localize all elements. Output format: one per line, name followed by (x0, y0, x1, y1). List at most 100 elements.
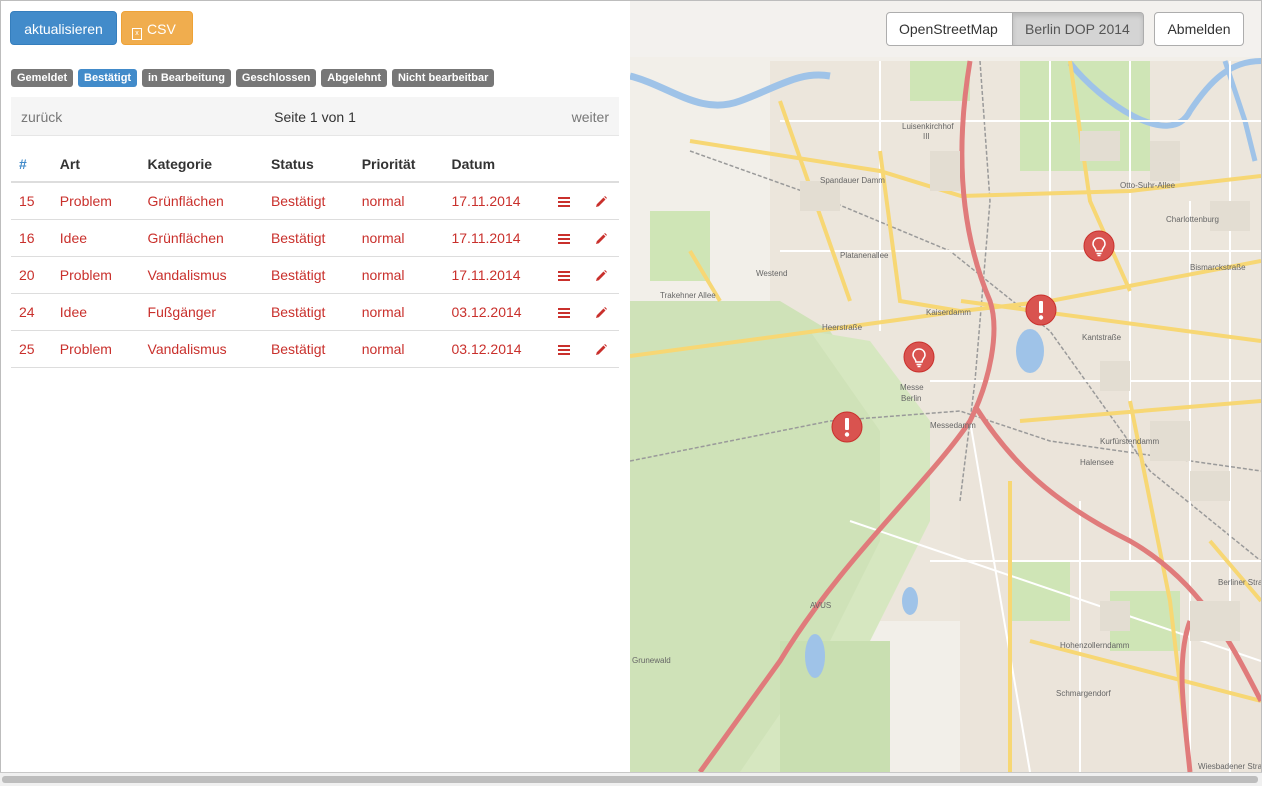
cell-id: 20 (11, 256, 52, 294)
map-marker-idea[interactable] (1083, 230, 1115, 262)
details-cell (545, 293, 583, 331)
cell-art: Idee (51, 293, 140, 331)
map-marker-problem[interactable] (1025, 294, 1057, 326)
table-row[interactable]: 15 Problem Grünflächen Bestätigt normal 17.11… (11, 182, 619, 220)
map-marker-idea[interactable] (903, 341, 935, 373)
column-header-details (545, 146, 583, 183)
map-label-luisenkirchhof-num: III (923, 132, 930, 141)
filter-in-bearbeitung[interactable]: in Bearbeitung (141, 69, 231, 87)
lightbulb-icon (903, 341, 935, 373)
filter-nicht-bearbeitbar[interactable]: Nicht bearbeitbar (391, 69, 495, 87)
table-header-row: # Art Kategorie Status Priorität Datum (11, 146, 619, 183)
map-view[interactable]: Spandauer Damm Luisenkirchhof III Charlo… (630, 1, 1261, 772)
refresh-button[interactable]: aktualisieren (10, 11, 117, 45)
column-header-edit (582, 146, 619, 183)
map-tiles (630, 1, 1261, 772)
cell-id: 16 (11, 219, 52, 257)
edit-cell (582, 293, 619, 331)
list-icon[interactable] (557, 270, 570, 281)
edit-cell (582, 256, 619, 294)
pager-next-link[interactable]: weiter (572, 109, 609, 125)
map-label-heerstrasse: Heerstraße (822, 323, 863, 332)
table-row[interactable]: 25 Problem Vandalismus Bestätigt normal 03.12… (11, 330, 619, 368)
cell-prioritaet: normal (353, 219, 444, 257)
map-label-westend: Westend (756, 269, 788, 278)
column-header-datum: Datum (443, 146, 546, 183)
pencil-icon[interactable] (594, 306, 608, 320)
cell-prioritaet: normal (353, 293, 444, 331)
details-cell (545, 219, 583, 257)
column-header-prioritaet: Priorität (353, 146, 444, 183)
column-header-art: Art (51, 146, 140, 183)
cell-status: Bestätigt (262, 330, 354, 368)
edit-cell (582, 219, 619, 257)
cell-kategorie: Grünflächen (139, 182, 263, 220)
pencil-icon[interactable] (594, 343, 608, 357)
map-label-berliner-strasse: Berliner Straße (1218, 578, 1261, 587)
map-label-schmargendorf: Schmargendorf (1056, 689, 1111, 698)
cell-kategorie: Vandalismus (139, 330, 263, 368)
map-label-platanenallee: Platanenallee (840, 251, 889, 260)
cell-id: 25 (11, 330, 52, 368)
map-label-charlottenburg: Charlottenburg (1166, 215, 1219, 224)
map-label-messedamm: Messedamm (930, 421, 976, 430)
column-header-id[interactable]: # (11, 146, 52, 183)
pencil-icon[interactable] (594, 195, 608, 209)
list-icon[interactable] (557, 344, 570, 355)
map-label-kurfuerstendamm: Kurfürstendamm (1100, 437, 1160, 446)
filter-geschlossen[interactable]: Geschlossen (235, 69, 317, 87)
column-header-status: Status (262, 146, 354, 183)
map-label-messe-berlin: Berlin (901, 394, 922, 403)
cell-art: Problem (51, 182, 140, 220)
pager-prev-link[interactable]: zurück (21, 109, 62, 125)
list-icon[interactable] (557, 233, 570, 244)
table-row[interactable]: 20 Problem Vandalismus Bestätigt normal 17.11… (11, 256, 619, 294)
app-window: aktualisieren x CSV Gemeldet Bestätigt in… (0, 0, 1262, 772)
cell-datum: 17.11.2014 (443, 219, 546, 257)
cell-id: 24 (11, 293, 52, 331)
exclamation-icon (1025, 294, 1057, 326)
issue-list-panel: aktualisieren x CSV Gemeldet Bestätigt in… (1, 1, 629, 772)
map-label-grunewald: Grunewald (632, 656, 671, 665)
exclamation-icon (831, 411, 863, 443)
cell-art: Problem (51, 330, 140, 368)
map-label-avus: AVUS (810, 601, 832, 610)
filter-gemeldet[interactable]: Gemeldet (11, 69, 74, 87)
edit-cell (582, 182, 619, 220)
table-row[interactable]: 16 Idee Grünflächen Bestätigt normal 17.11.20… (11, 219, 619, 257)
cell-art: Problem (51, 256, 140, 294)
cell-prioritaet: normal (353, 256, 444, 294)
map-label-kantstrasse: Kantstraße (1082, 333, 1122, 342)
pencil-icon[interactable] (594, 269, 608, 283)
horizontal-scrollbar[interactable] (0, 772, 1262, 786)
logout-button[interactable]: Abmelden (1154, 12, 1244, 46)
cell-datum: 17.11.2014 (443, 182, 546, 220)
filter-bestaetigt[interactable]: Bestätigt (78, 69, 138, 87)
refresh-button-label: aktualisieren (24, 21, 103, 37)
map-label-hohenzollerndamm: Hohenzollerndamm (1060, 641, 1130, 650)
cell-kategorie: Grünflächen (139, 219, 263, 257)
table-row[interactable]: 24 Idee Fußgänger Bestätigt normal 03.12.2014 (11, 293, 619, 331)
filter-abgelehnt[interactable]: Abgelehnt (321, 69, 388, 87)
map-label-kaiserdamm: Kaiserdamm (926, 308, 971, 317)
cell-prioritaet: normal (353, 330, 444, 368)
pager-info: Seite 1 von 1 (274, 109, 356, 125)
pencil-icon[interactable] (594, 232, 608, 246)
file-excel-icon: x (132, 28, 142, 40)
list-icon[interactable] (557, 196, 570, 207)
layer-berlin-dop-button[interactable]: Berlin DOP 2014 (1012, 12, 1144, 46)
pager: Seite 1 von 1 zurück weiter (11, 97, 619, 136)
map-label-wiesbadener-strasse: Wiesbadener Straße (1198, 762, 1261, 771)
list-icon[interactable] (557, 307, 570, 318)
csv-export-button[interactable]: x CSV (121, 11, 193, 45)
map-label-bismarckstrasse: Bismarckstraße (1190, 263, 1246, 272)
cell-status: Bestätigt (262, 293, 354, 331)
column-header-kategorie: Kategorie (139, 146, 263, 183)
scrollbar-thumb[interactable] (2, 776, 1258, 783)
cell-art: Idee (51, 219, 140, 257)
cell-datum: 03.12.2014 (443, 293, 546, 331)
cell-datum: 03.12.2014 (443, 330, 546, 368)
layer-openstreetmap-button[interactable]: OpenStreetMap (886, 12, 1013, 46)
map-label-spandauer-damm: Spandauer Damm (820, 176, 885, 185)
map-marker-problem[interactable] (831, 411, 863, 443)
